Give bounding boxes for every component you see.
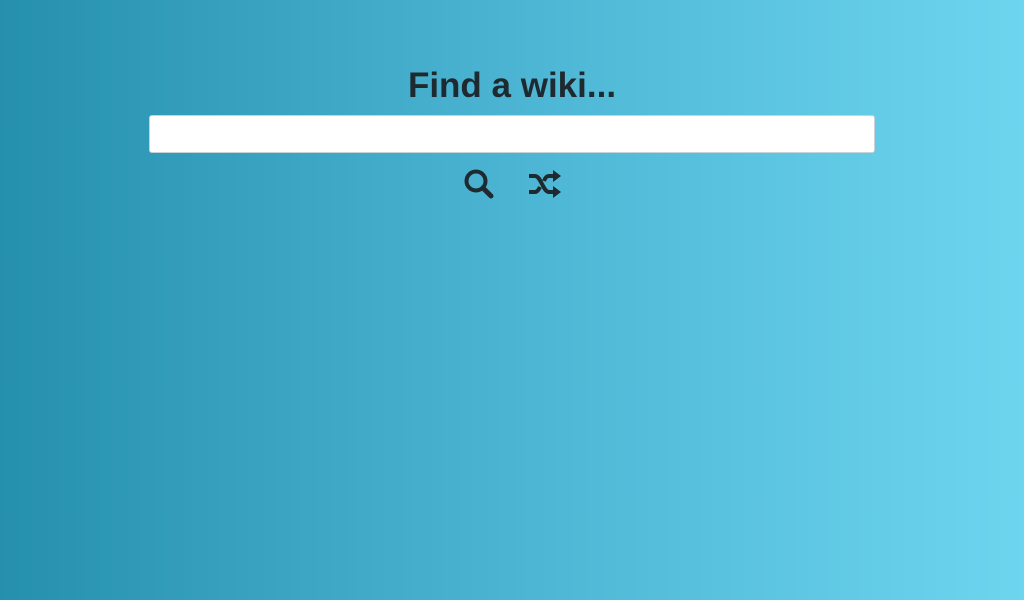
action-icons — [149, 166, 875, 202]
shuffle-icon — [527, 168, 563, 200]
search-button[interactable] — [462, 166, 496, 202]
search-input[interactable] — [149, 115, 875, 153]
page-title: Find a wiki... — [407, 66, 617, 105]
search-panel: Find a wiki... — [149, 62, 875, 202]
random-article-button[interactable] — [528, 166, 562, 202]
search-icon — [463, 168, 495, 200]
